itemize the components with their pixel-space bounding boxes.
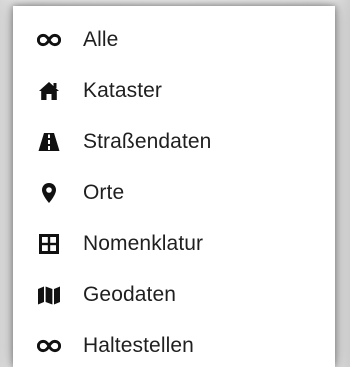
map-icon [37,283,61,307]
menu-item-geodaten[interactable]: Geodaten [13,269,335,321]
menu-item-strassendaten[interactable]: Straßendaten [13,116,335,168]
menu-item-label: Geodaten [83,283,177,306]
menu-item-label: Orte [83,181,125,204]
infinity-icon [37,334,61,358]
menu-item-label: Nomenklatur [83,232,204,255]
menu-item-nomenklatur[interactable]: Nomenklatur [13,218,335,270]
menu-item-orte[interactable]: Orte [13,167,335,219]
infinity-icon [37,28,61,52]
menu-item-kataster[interactable]: Kataster [13,65,335,117]
menu-item-haltestellen[interactable]: Haltestellen [13,320,335,367]
filter-dropdown-menu: Alle Kataster Straßendaten Orte Nomenkla… [13,6,335,367]
menu-item-label: Straßendaten [83,130,212,153]
map-marker-icon [37,181,61,205]
menu-item-label: Haltestellen [83,334,194,357]
menu-item-label: Kataster [83,79,163,102]
road-icon [37,130,61,154]
menu-item-alle[interactable]: Alle [13,14,335,66]
grid-icon [37,232,61,256]
home-icon [37,79,61,103]
menu-item-label: Alle [83,28,119,51]
